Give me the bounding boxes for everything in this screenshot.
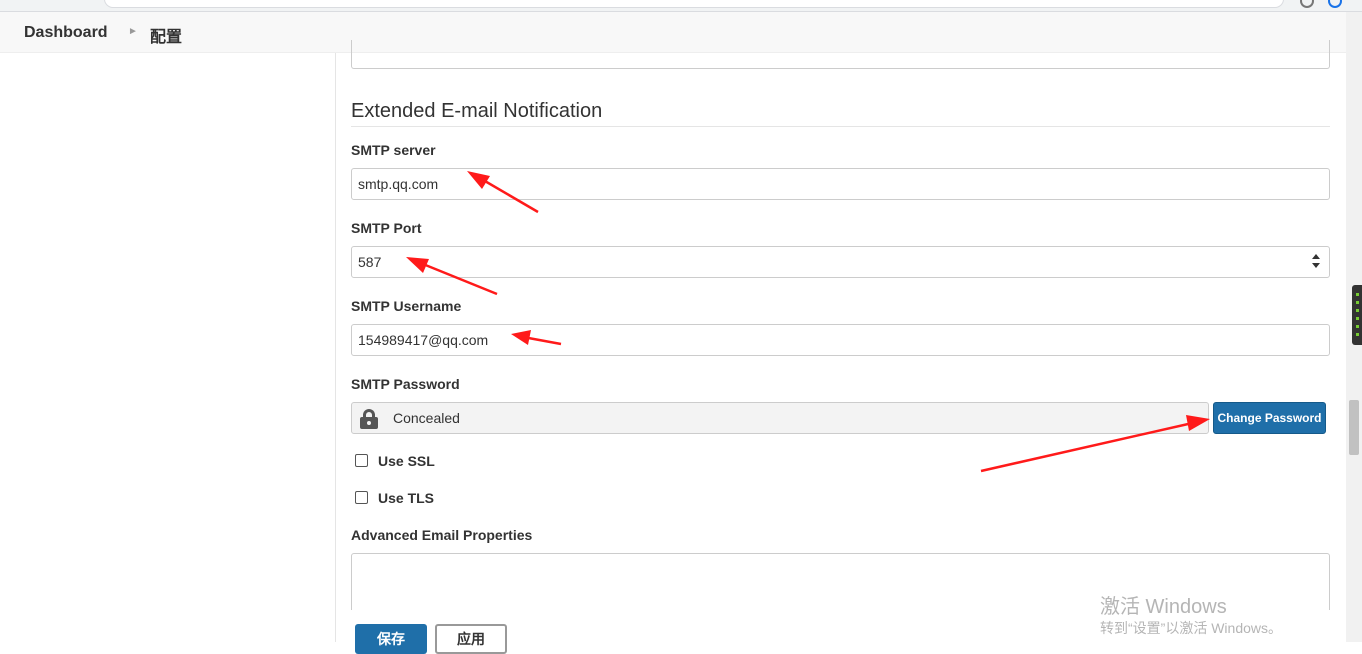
address-bar[interactable]	[104, 0, 1284, 8]
update-icon[interactable]	[1328, 0, 1342, 8]
smtp-port-value: 587	[358, 254, 382, 270]
browser-toolbar	[0, 0, 1362, 12]
breadcrumb-current[interactable]: 配置	[150, 23, 182, 47]
advanced-email-properties-label: Advanced Email Properties	[351, 527, 533, 543]
scrollbar-thumb[interactable]	[1349, 400, 1359, 455]
number-spinner-icon[interactable]	[1311, 254, 1321, 270]
sidebar-divider	[335, 53, 336, 642]
use-tls-checkbox[interactable]	[355, 491, 368, 504]
use-tls-label[interactable]: Use TLS	[378, 490, 434, 506]
breadcrumb-dashboard-link[interactable]: Dashboard	[24, 24, 108, 42]
smtp-username-input[interactable]: 154989417@qq.com	[351, 324, 1330, 356]
password-status: Concealed	[393, 410, 460, 426]
smtp-password-field: Concealed	[351, 402, 1209, 434]
lock-icon	[360, 409, 378, 429]
change-password-button[interactable]: Change Password	[1213, 402, 1326, 434]
previous-field-bottom[interactable]	[351, 40, 1330, 69]
use-ssl-label[interactable]: Use SSL	[378, 453, 435, 469]
smtp-port-label: SMTP Port	[351, 220, 422, 236]
section-divider	[351, 126, 1330, 127]
smtp-server-value: smtp.qq.com	[358, 176, 439, 192]
breadcrumb-separator-icon: ►	[128, 26, 138, 37]
apply-button[interactable]: 应用	[435, 624, 507, 654]
windows-watermark-subtitle: 转到“设置”以激活 Windows。	[1100, 620, 1283, 636]
section-title: Extended E-mail Notification	[351, 100, 603, 122]
smtp-password-label: SMTP Password	[351, 376, 460, 392]
side-widget-icon[interactable]	[1352, 285, 1362, 345]
annotation-arrows	[406, 171, 1210, 473]
profile-icon[interactable]	[1300, 0, 1314, 8]
smtp-server-input[interactable]: smtp.qq.com	[351, 168, 1330, 200]
save-button[interactable]: 保存	[355, 624, 427, 654]
smtp-username-value: 154989417@qq.com	[358, 332, 489, 348]
smtp-port-input[interactable]: 587	[351, 246, 1330, 278]
smtp-username-label: SMTP Username	[351, 298, 462, 314]
use-ssl-checkbox[interactable]	[355, 454, 368, 467]
windows-watermark-title: 激活 Windows	[1100, 596, 1227, 618]
smtp-server-label: SMTP server	[351, 142, 436, 158]
